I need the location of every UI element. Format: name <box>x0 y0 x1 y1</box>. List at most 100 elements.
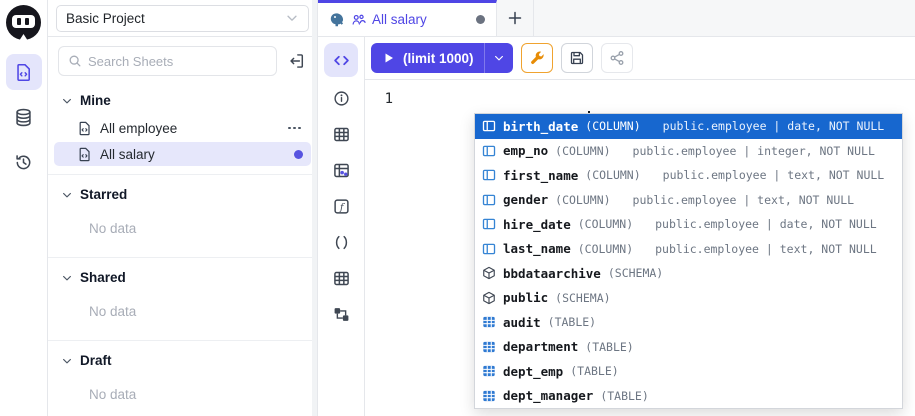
suggestion-kind: (TABLE) <box>585 340 633 354</box>
chevron-down-icon <box>493 52 505 64</box>
suggestion-name: first_name <box>503 168 578 183</box>
sheet-grid-panel-button[interactable] <box>324 261 358 295</box>
column-icon <box>482 242 496 256</box>
project-row: Basic Project <box>48 0 317 37</box>
editor-toolbar: (limit 1000) <box>365 37 915 80</box>
more-icon[interactable] <box>286 123 303 134</box>
column-icon <box>482 168 496 182</box>
column-icon <box>482 119 496 133</box>
suggestion-name: dept_manager <box>503 388 593 403</box>
table-icon <box>482 340 496 354</box>
table-icon <box>333 126 350 143</box>
project-selector[interactable]: Basic Project <box>56 5 309 32</box>
sheet-item-all-employee[interactable]: All employee <box>54 116 311 140</box>
section-header-draft[interactable]: Draft <box>48 341 317 375</box>
search-sheets-input[interactable] <box>88 54 267 69</box>
suggestion-row[interactable]: gender (COLUMN) public.employee | text, … <box>475 188 902 213</box>
chevron-down-icon <box>61 272 73 284</box>
sheet-item-all-salary[interactable]: All salary <box>54 142 311 166</box>
table-icon <box>482 364 496 378</box>
unsaved-dot-icon <box>476 15 485 24</box>
chevron-down-icon <box>61 95 73 107</box>
suggestion-row[interactable]: last_name (COLUMN) public.employee | tex… <box>475 237 902 262</box>
sheet-icon <box>77 147 92 162</box>
suggestion-row[interactable]: dept_emp (TABLE) <box>475 359 902 384</box>
section-header-shared[interactable]: Shared <box>48 258 317 292</box>
nav-history-button[interactable] <box>6 144 42 180</box>
functions-panel-button[interactable]: f <box>324 189 358 223</box>
section-label: Shared <box>80 270 126 285</box>
suggestion-name: bbdataarchive <box>503 266 601 281</box>
editor-side-rail: f <box>318 37 365 416</box>
suggestion-name: dept_emp <box>503 364 563 379</box>
schema-diagram-button[interactable] <box>324 297 358 331</box>
collapse-panel-icon[interactable] <box>285 50 307 72</box>
tab-label: All salary <box>372 12 427 27</box>
suggestion-row[interactable]: hire_date (COLUMN) public.employee | dat… <box>475 212 902 237</box>
project-name: Basic Project <box>66 11 285 26</box>
section-header-mine[interactable]: Mine <box>48 84 317 115</box>
sidebar-scrollbar[interactable] <box>312 0 317 416</box>
postgres-icon <box>329 12 345 28</box>
suggestion-row[interactable]: public (SCHEMA) <box>475 286 902 311</box>
tab-all-salary[interactable]: All salary <box>318 0 497 36</box>
suggestion-kind: (SCHEMA) <box>608 266 663 280</box>
info-icon <box>333 90 350 107</box>
suggestion-name: last_name <box>503 241 571 256</box>
column-icon <box>482 217 496 231</box>
suggestion-kind: (COLUMN) <box>578 242 633 256</box>
run-query-button[interactable]: (limit 1000) <box>371 43 513 73</box>
suggestion-row[interactable]: department (TABLE) <box>475 335 902 360</box>
format-sql-button[interactable] <box>521 43 553 73</box>
code-panel-button[interactable] <box>324 43 358 77</box>
suggestion-name: department <box>503 339 578 354</box>
snippets-panel-button[interactable] <box>324 225 358 259</box>
plus-icon <box>507 10 523 26</box>
suggestion-row[interactable]: audit (TABLE) <box>475 310 902 335</box>
nav-worksheet-button[interactable] <box>6 54 42 90</box>
code-icon <box>333 52 350 69</box>
line-number: 1 <box>365 89 399 152</box>
suggestion-detail: public.employee | text, NOT NULL <box>663 168 885 182</box>
table-data-panel-button[interactable] <box>324 153 358 187</box>
new-tab-button[interactable] <box>497 0 534 36</box>
info-panel-button[interactable] <box>324 81 358 115</box>
section-label: Starred <box>80 187 127 202</box>
nav-database-button[interactable] <box>6 99 42 135</box>
suggestion-row[interactable]: first_name (COLUMN) public.employee | te… <box>475 163 902 188</box>
bytebase-logo-icon[interactable] <box>6 5 41 40</box>
column-icon <box>482 193 496 207</box>
wrench-icon <box>529 50 545 66</box>
tab-bar: All salary <box>318 0 915 37</box>
section-header-starred[interactable]: Starred <box>48 175 317 209</box>
save-icon <box>569 50 585 66</box>
suggestion-row[interactable]: dept_manager (TABLE) <box>475 384 902 409</box>
parentheses-icon <box>333 234 350 251</box>
play-icon <box>383 52 395 64</box>
suggestion-row[interactable]: birth_date (COLUMN) public.employee | da… <box>475 114 902 139</box>
function-icon: f <box>333 198 350 215</box>
schema-icon <box>482 266 496 280</box>
chevron-down-icon <box>61 355 73 367</box>
table-icon <box>482 389 496 403</box>
suggestion-kind: (COLUMN) <box>555 144 610 158</box>
suggestion-detail: public.employee | integer, NOT NULL <box>633 144 875 158</box>
run-options-dropdown[interactable] <box>484 43 513 73</box>
share-sheet-button[interactable] <box>601 43 633 73</box>
tables-panel-button[interactable] <box>324 117 358 151</box>
suggestion-name: hire_date <box>503 217 571 232</box>
schema-icon <box>482 291 496 305</box>
section-label: Draft <box>80 353 112 368</box>
autocomplete-popup: birth_date (COLUMN) public.employee | da… <box>474 113 903 409</box>
suggestion-row[interactable]: bbdataarchive (SCHEMA) <box>475 261 902 286</box>
empty-state-text: No data <box>48 375 317 416</box>
schema-diagram-icon <box>333 306 350 323</box>
group-icon <box>351 12 366 27</box>
sheet-item-label: All salary <box>100 147 155 162</box>
save-sheet-button[interactable] <box>561 43 593 73</box>
suggestion-kind: (SCHEMA) <box>555 291 610 305</box>
suggestion-name: gender <box>503 192 548 207</box>
chevron-down-icon <box>61 189 73 201</box>
database-icon <box>14 108 33 127</box>
suggestion-row[interactable]: emp_no (COLUMN) public.employee | intege… <box>475 139 902 164</box>
